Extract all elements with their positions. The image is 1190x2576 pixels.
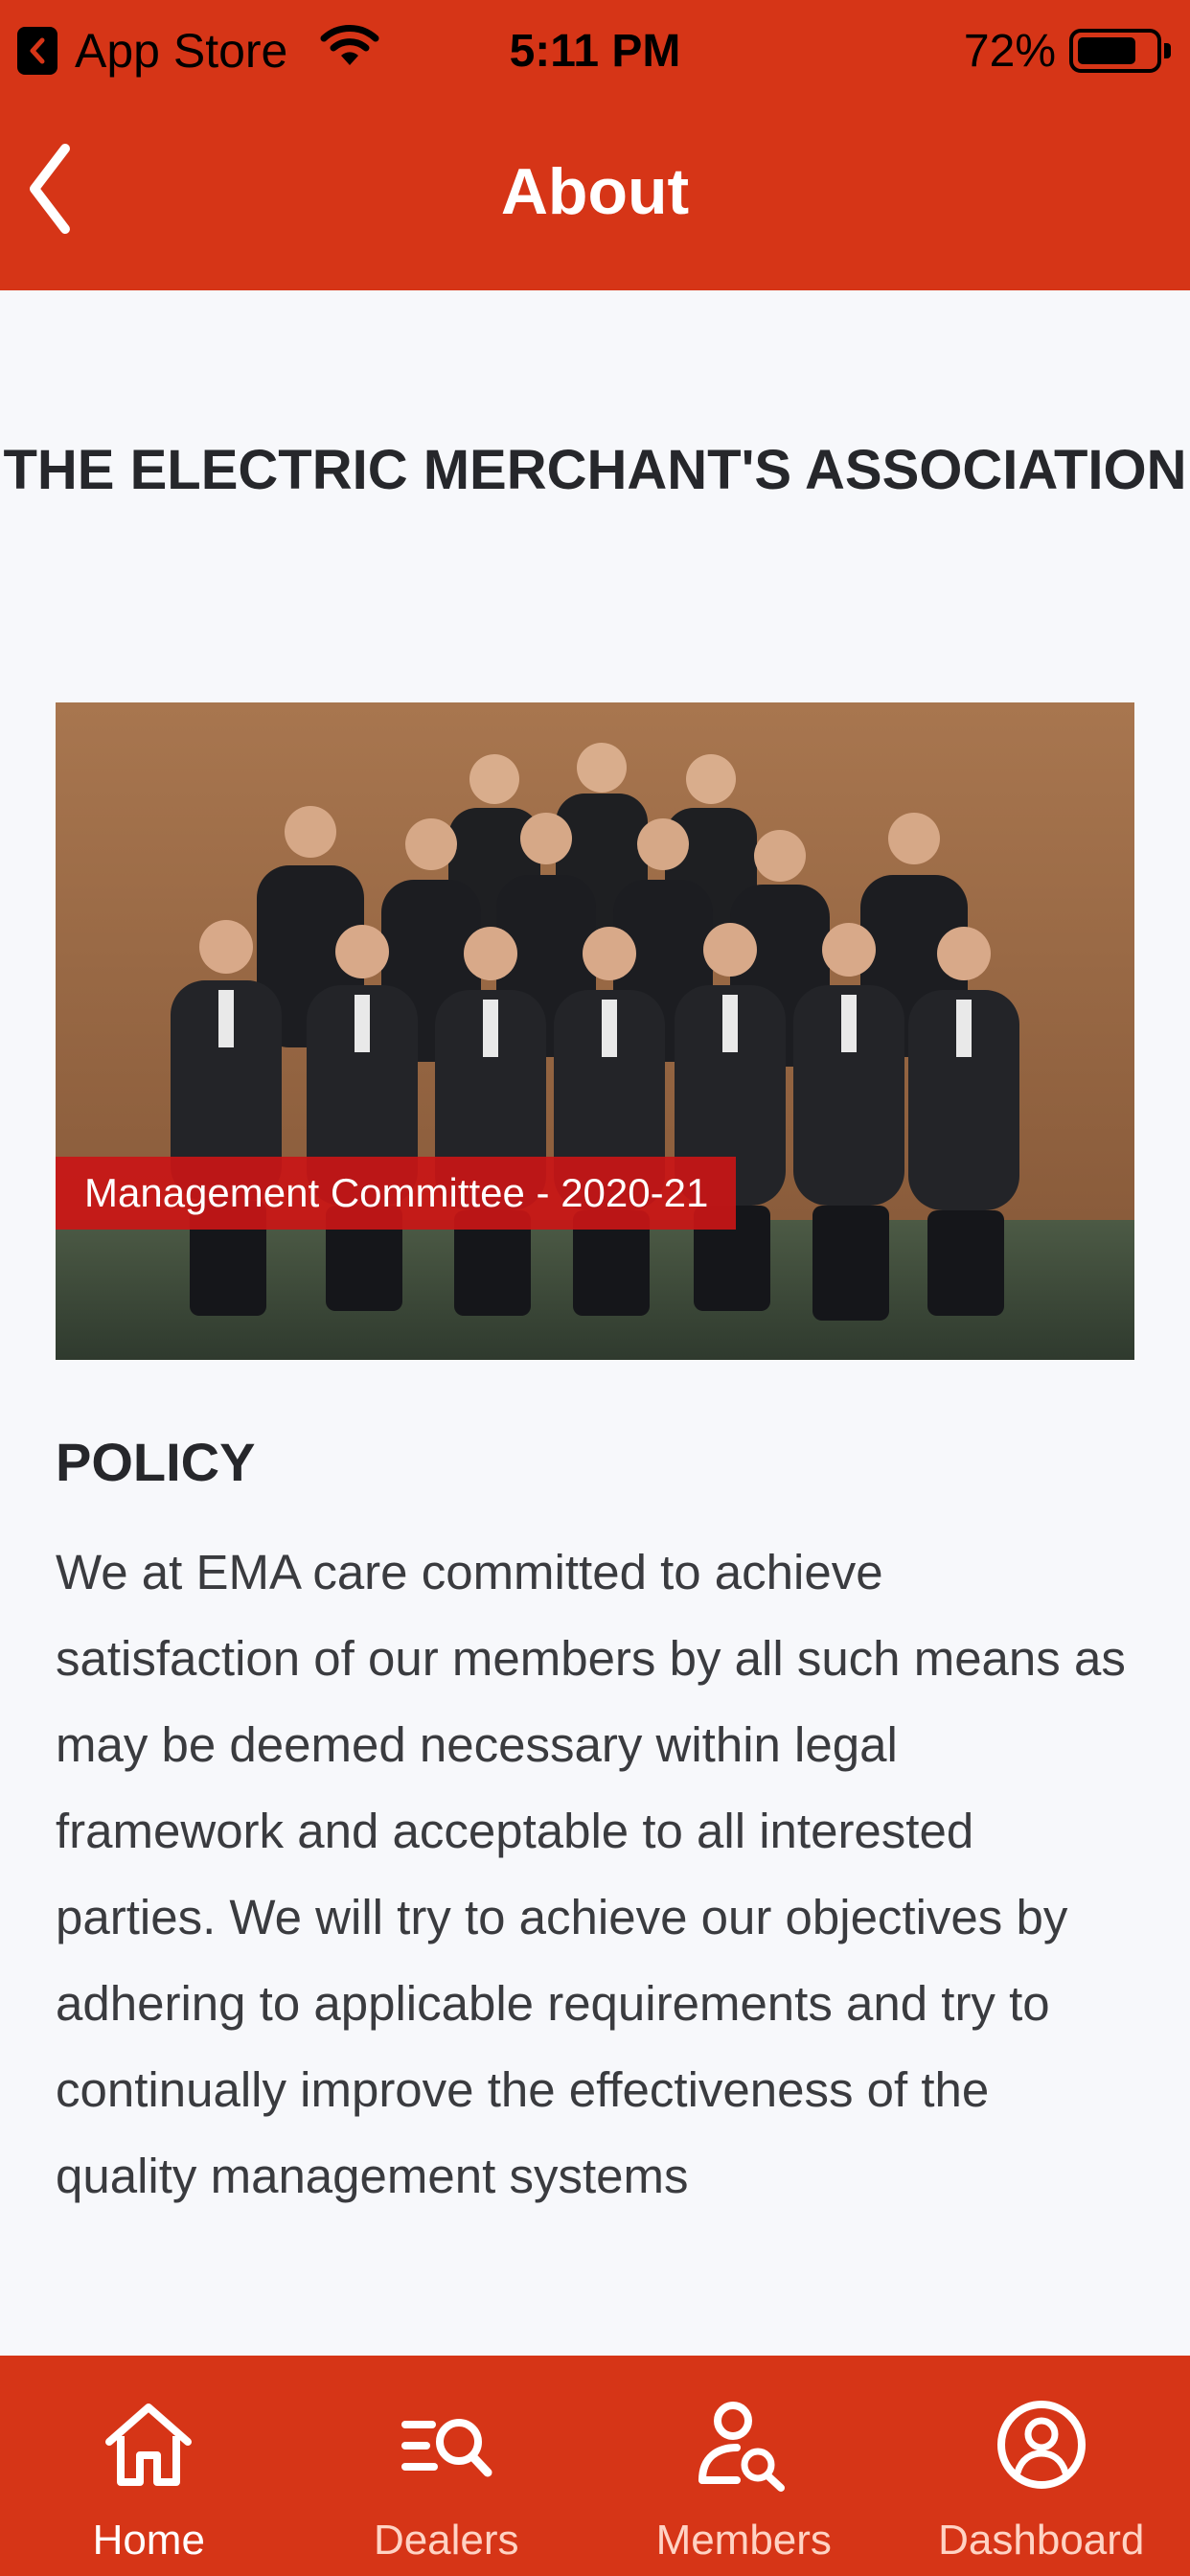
organization-title: THE ELECTRIC MERCHANT'S ASSOCIATION: [3, 438, 1187, 501]
tab-home[interactable]: Home: [0, 2356, 298, 2576]
tab-dashboard[interactable]: Dashboard: [893, 2356, 1190, 2576]
tab-members[interactable]: Members: [595, 2356, 893, 2576]
battery-percent: 72%: [963, 25, 1056, 77]
tab-dealers[interactable]: Dealers: [298, 2356, 596, 2576]
photo-caption: Management Committee - 2020-21: [56, 1157, 736, 1230]
home-icon: [105, 2404, 193, 2486]
member-search-icon: [698, 2402, 786, 2492]
page-title: About: [500, 155, 690, 228]
policy-heading: POLICY: [56, 1431, 256, 1492]
tab-members-label: Members: [655, 2517, 832, 2564]
committee-group-image: Management Committee - 2020-21: [56, 702, 1134, 1360]
status-bar-right: 72%: [964, 19, 1171, 82]
battery-icon: [1069, 29, 1161, 73]
tab-dashboard-label: Dashboard: [938, 2517, 1145, 2564]
tab-dealers-label: Dealers: [373, 2517, 519, 2564]
policy-text: We at EMA care committed to achieve sati…: [56, 1545, 1126, 2203]
user-circle-icon: [996, 2401, 1086, 2489]
bottom-tab-bar: Home Dealers Members Dashboard: [0, 2356, 1190, 2576]
dealer-search-icon: [400, 2419, 492, 2477]
header: App Store 5:11 PM 72% About: [0, 0, 1190, 290]
tab-home-label: Home: [92, 2517, 205, 2564]
committee-photo: Management Committee - 2020-21: [56, 702, 1134, 1360]
